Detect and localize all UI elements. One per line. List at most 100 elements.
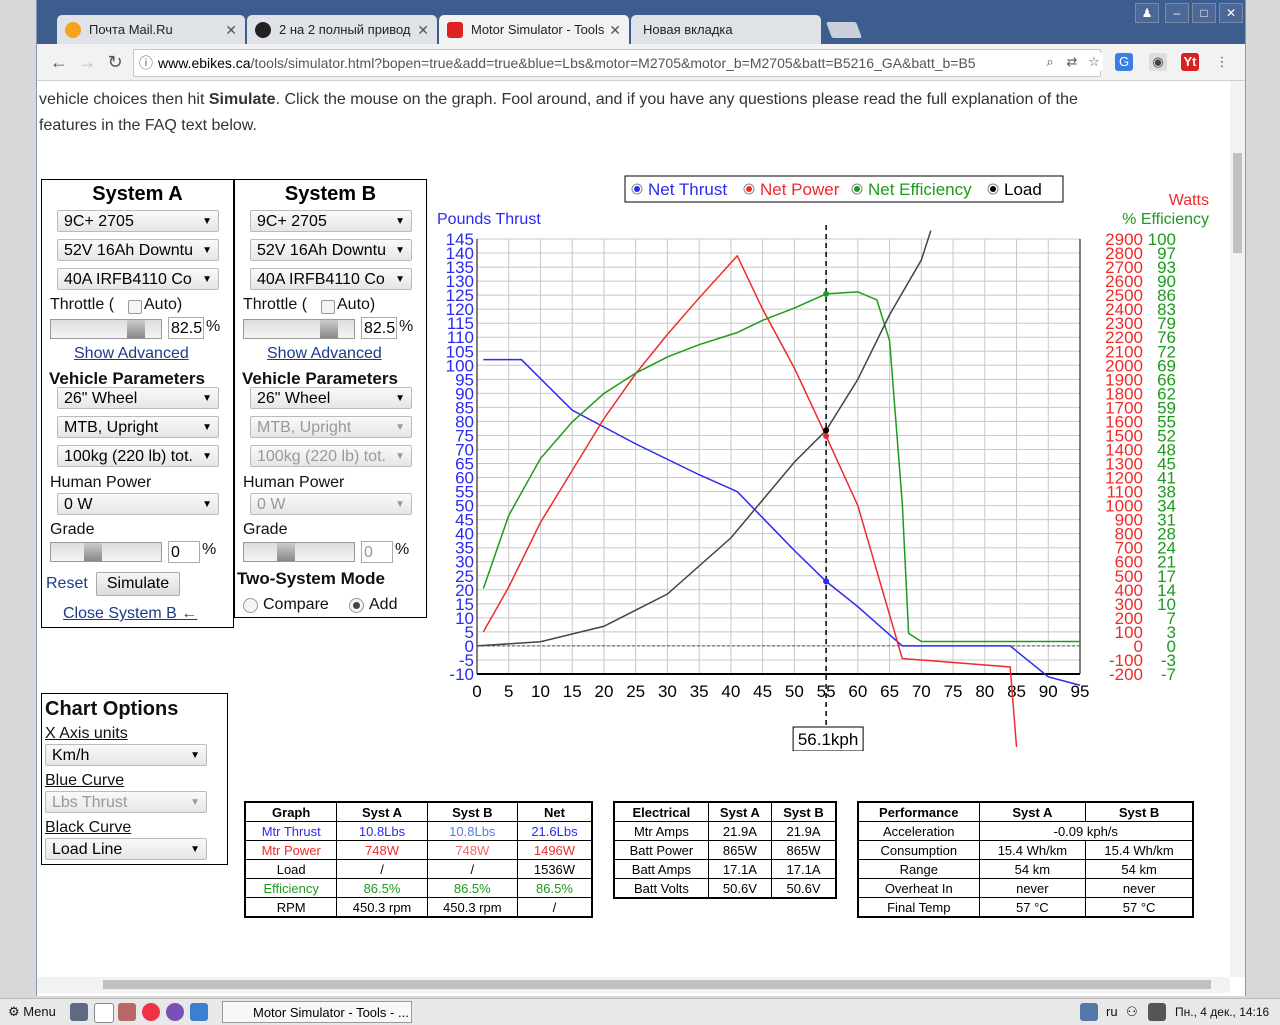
percent-sign: % xyxy=(202,541,217,558)
translate-ext-icon[interactable]: G xyxy=(1115,53,1133,71)
slider-handle[interactable] xyxy=(319,320,338,338)
table-cell: Mtr Power xyxy=(244,840,338,860)
black-curve-select[interactable]: Load Line xyxy=(45,838,207,860)
chrome-icon[interactable] xyxy=(142,1003,160,1021)
close-tab-icon[interactable]: ✕ xyxy=(609,15,621,45)
vpn-ext-icon[interactable]: ◉ xyxy=(1149,53,1167,71)
grade-slider[interactable] xyxy=(243,542,355,562)
reload-button[interactable]: ↻ xyxy=(103,50,127,74)
address-bar[interactable]: ⓘ www.ebikes.ca/tools/simulator.html?bope… xyxy=(133,49,1101,77)
frame-select[interactable]: MTB, Upright xyxy=(57,416,219,438)
x-axis-select[interactable]: Km/h xyxy=(45,744,207,766)
simulate-button[interactable]: Simulate xyxy=(96,572,180,596)
table-header-cell: Performance xyxy=(857,801,980,822)
menu-label: Menu xyxy=(23,1004,56,1019)
language-indicator[interactable]: ru xyxy=(1106,1002,1118,1022)
throttle-slider[interactable] xyxy=(50,319,162,339)
table-cell: Final Temp xyxy=(857,897,980,918)
close-system-b-link[interactable]: Close System B ← xyxy=(63,605,197,623)
menu-button[interactable]: ⚙ Menu xyxy=(8,1002,56,1022)
wheel-select[interactable]: 26" Wheel xyxy=(250,387,412,409)
star-icon[interactable]: ☆ xyxy=(1085,53,1103,71)
slider-handle[interactable] xyxy=(84,543,102,561)
battery-select[interactable]: 52V 16Ah Downtu xyxy=(57,239,219,261)
percent-sign: % xyxy=(395,541,410,558)
table-cell: 1496W xyxy=(516,840,593,860)
x-tick-label: 30 xyxy=(658,682,677,701)
wheel-select[interactable]: 26" Wheel xyxy=(57,387,219,409)
table-cell: Batt Amps xyxy=(613,859,709,879)
compare-label: Compare xyxy=(263,596,329,613)
controller-select[interactable]: 40A IRFB4110 Co xyxy=(250,268,412,290)
scroll-thumb[interactable] xyxy=(1233,153,1242,253)
back-button[interactable]: ← xyxy=(47,50,71,74)
close-window-button[interactable]: ✕ xyxy=(1219,3,1243,23)
right-axis-label-watts: Watts xyxy=(1169,192,1209,209)
scroll-thumb[interactable] xyxy=(103,980,1211,989)
show-advanced-link[interactable]: Show Advanced xyxy=(74,345,189,363)
slider-handle[interactable] xyxy=(126,320,145,338)
table-cell: / xyxy=(426,859,518,879)
compare-radio[interactable] xyxy=(243,598,258,613)
tab-new[interactable]: Новая вкладка xyxy=(631,15,821,45)
legend-dot xyxy=(854,186,860,192)
table-cell: Efficiency xyxy=(244,878,338,898)
tab-mailru[interactable]: Почта Mail.Ru ✕ xyxy=(57,15,245,45)
table-row: Overheat In never never xyxy=(857,878,1194,898)
chart-options-panel: Chart Options X Axis units Km/h Blue Cur… xyxy=(41,693,228,865)
translate-icon[interactable]: ⇄ xyxy=(1063,53,1081,71)
table-cell: never xyxy=(978,878,1087,898)
motor-select[interactable]: 9C+ 2705 xyxy=(250,210,412,232)
add-radio[interactable] xyxy=(349,598,364,613)
taskbar-window-button[interactable]: Motor Simulator - Tools - ... xyxy=(222,1001,412,1023)
controller-select[interactable]: 40A IRFB4110 Co xyxy=(57,268,219,290)
throttle-input[interactable]: 82.5 xyxy=(168,317,204,339)
vertical-scrollbar[interactable] xyxy=(1230,81,1245,977)
auto-checkbox[interactable] xyxy=(321,300,335,314)
viber-icon[interactable] xyxy=(166,1003,184,1021)
close-tab-icon[interactable]: ✕ xyxy=(225,15,237,45)
youtube-ext-icon[interactable]: Yt xyxy=(1181,53,1199,71)
taskbar-window-title: Motor Simulator - Tools - ... xyxy=(253,1005,409,1020)
auto-checkbox[interactable] xyxy=(128,300,142,314)
tab-4x4[interactable]: 2 на 2 полный привод ✕ xyxy=(247,15,437,45)
clock: Пн., 4 дек., 14:16 xyxy=(1175,1005,1270,1019)
horizontal-scrollbar[interactable] xyxy=(37,977,1230,993)
text-editor-icon[interactable] xyxy=(94,1003,114,1023)
battery-select[interactable]: 52V 16Ah Downtu xyxy=(250,239,412,261)
table-cell: 50.6V xyxy=(707,878,773,899)
simulator-chart[interactable]: 0 5 10 15 20 25 30 35 40 45 50 55 60 65 70 75 80 85 90 9514… xyxy=(427,171,1217,751)
browser-icon[interactable] xyxy=(118,1003,136,1021)
throttle-slider[interactable] xyxy=(243,319,355,339)
minimize-button[interactable]: – xyxy=(1165,3,1189,23)
show-advanced-link[interactable]: Show Advanced xyxy=(267,345,382,363)
close-tab-icon[interactable]: ✕ xyxy=(417,15,429,45)
reset-link[interactable]: Reset xyxy=(46,575,88,593)
grade-input[interactable]: 0 xyxy=(168,541,200,563)
shield-icon[interactable] xyxy=(1080,1003,1098,1021)
weight-select[interactable]: 100kg (220 lb) tot. xyxy=(57,445,219,467)
graph-table: Graph Syst A Syst B Net Mtr Thrust 10.8Lbs 10.… xyxy=(244,801,593,918)
new-tab-button[interactable] xyxy=(826,22,862,38)
table-header-row: Performance Syst A Syst B xyxy=(857,801,1194,822)
legend-entry: Net Power xyxy=(760,180,840,199)
table-cell: 748W xyxy=(336,840,428,860)
tab-bar: Почта Mail.Ru ✕ 2 на 2 полный привод ✕ M… xyxy=(37,0,1245,45)
tab-motor-simulator[interactable]: Motor Simulator - Tools ✕ xyxy=(439,15,629,45)
human-power-select[interactable]: 0 W xyxy=(57,493,219,515)
slider-handle[interactable] xyxy=(277,543,295,561)
maximize-button[interactable]: □ xyxy=(1192,3,1216,23)
menu-icon[interactable]: ⋮ xyxy=(1213,53,1231,71)
forward-button[interactable]: → xyxy=(75,50,99,74)
terminal-icon[interactable] xyxy=(70,1003,88,1021)
table-header-cell: Syst B xyxy=(771,801,837,822)
profile-icon[interactable]: ♟ xyxy=(1135,3,1159,23)
throttle-input[interactable]: 82.5 xyxy=(361,317,397,339)
app-icon[interactable] xyxy=(190,1003,208,1021)
grade-slider[interactable] xyxy=(50,542,162,562)
zoom-icon[interactable]: ⌕ xyxy=(1041,53,1059,71)
motor-select[interactable]: 9C+ 2705 xyxy=(57,210,219,232)
pen-icon[interactable] xyxy=(1148,1003,1166,1021)
table-cell: 50.6V xyxy=(771,878,837,899)
network-icon[interactable]: ⚇ xyxy=(1126,1002,1138,1022)
